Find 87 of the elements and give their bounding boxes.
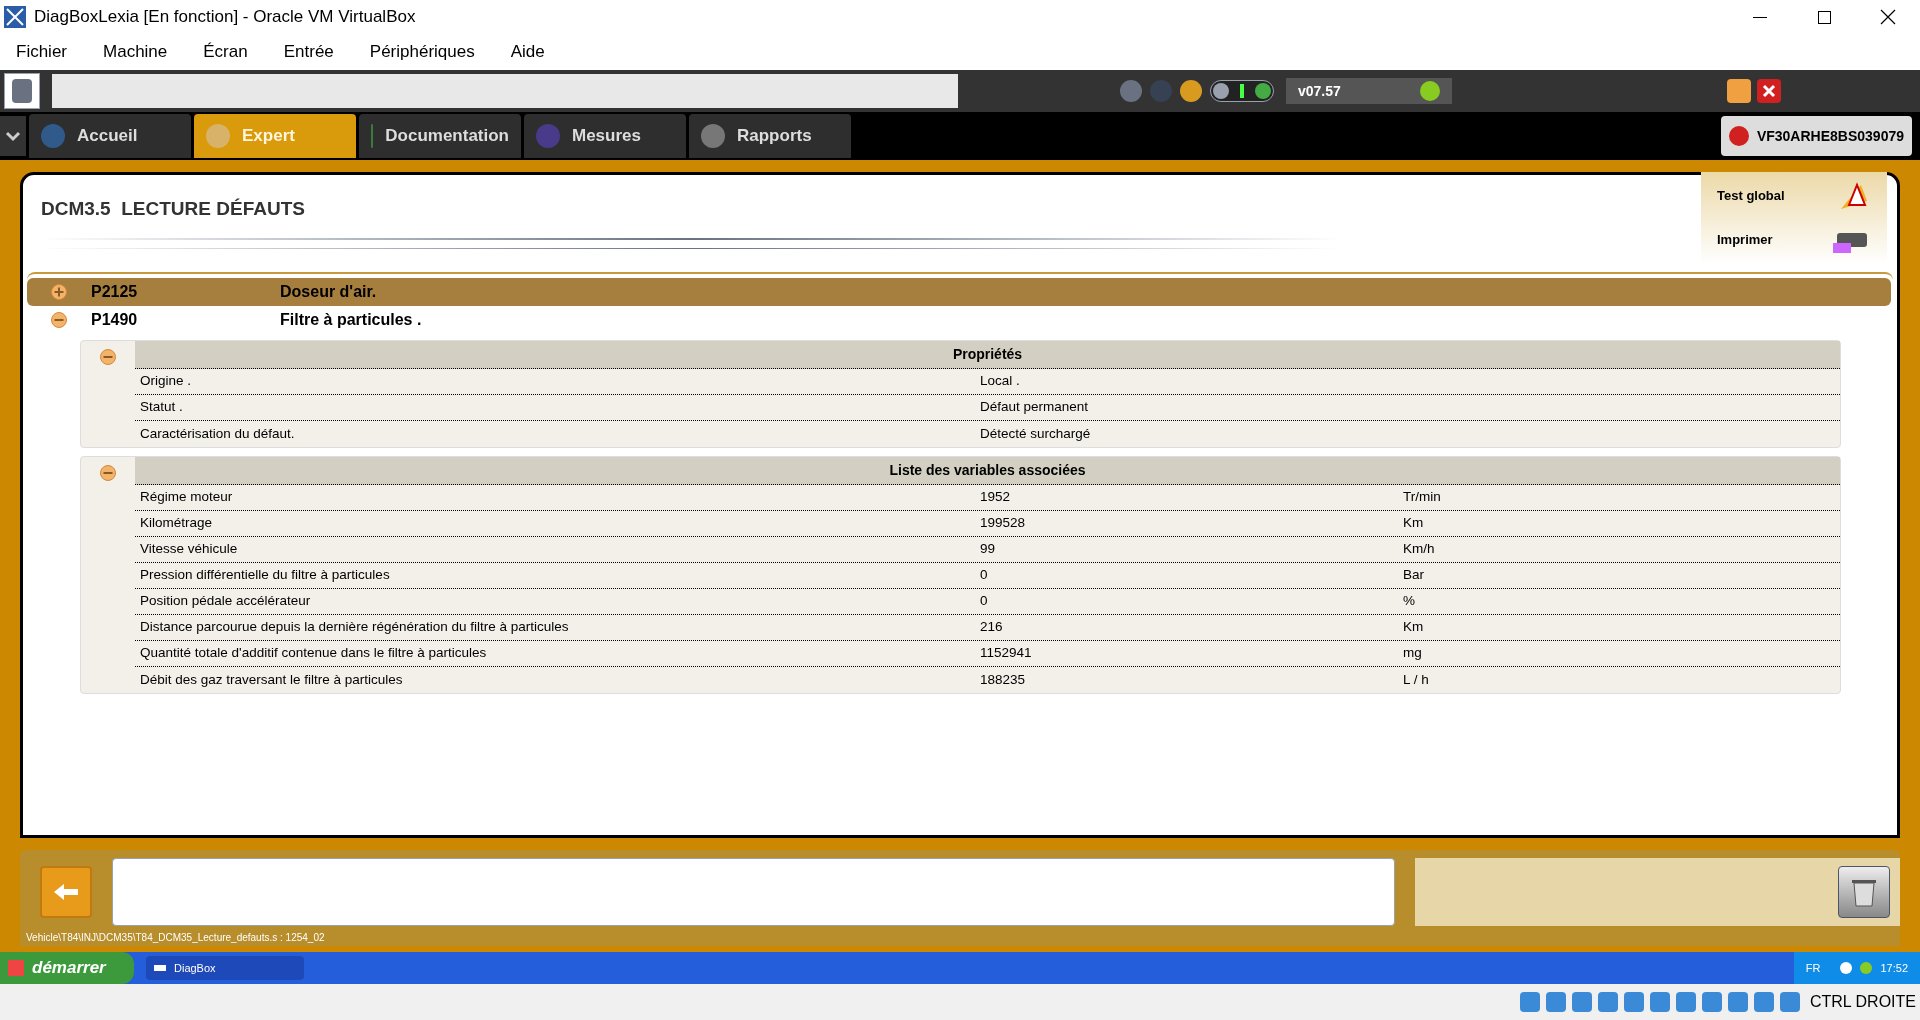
tab[interactable]: Documentation — [359, 114, 521, 158]
tray-icon — [1860, 962, 1873, 974]
status-icon[interactable] — [1571, 992, 1592, 1012]
status-icon[interactable] — [1753, 992, 1774, 1012]
table-cell-text: Km — [1403, 618, 1424, 637]
recycle-bin-icon — [1851, 877, 1877, 907]
fault-description: Doseur d'air. — [280, 282, 377, 302]
action-button[interactable]: Test global — [1717, 176, 1871, 216]
table-cell-text: Débit des gaz traversant le filtre à particules — [139, 670, 404, 689]
taskbar-item[interactable]: DiagBox — [146, 956, 304, 980]
table-cell-text: Caractérisation du défaut. — [139, 424, 296, 443]
trash-button[interactable] — [1838, 866, 1890, 918]
menu-item[interactable]: Entrée — [283, 39, 334, 65]
arrow-left-icon — [52, 882, 80, 902]
status-icon[interactable] — [1701, 992, 1722, 1012]
volume-control[interactable] — [1210, 80, 1274, 102]
menu-item[interactable]: Machine — [103, 39, 168, 65]
table-cell-text: Détecté surchargé — [980, 424, 1092, 443]
table-cell-text: 0 — [980, 592, 989, 611]
window-title: DiagBoxLexia [En fonction] - Oracle VM VirtualBox — [34, 6, 417, 29]
table-cell-text: % — [1403, 592, 1415, 611]
table-cell-text: Vitesse véhicule — [139, 540, 239, 559]
table-cell-text: Position pédale accélérateur — [139, 592, 312, 611]
clock: 17:52 — [1880, 960, 1908, 976]
address-field[interactable] — [52, 74, 958, 108]
table-cell-text: 199528 — [980, 514, 1027, 533]
status-icon[interactable] — [1545, 992, 1566, 1012]
action-button[interactable]: Imprimer — [1717, 220, 1871, 260]
status-icon[interactable] — [1519, 992, 1540, 1012]
menu-item[interactable]: Écran — [203, 39, 248, 65]
fault-description: Filtre à particules . — [280, 310, 422, 330]
table-cell-text: 1952 — [980, 488, 1012, 507]
status-icon[interactable] — [1727, 992, 1748, 1012]
table-cell-text: mg — [1403, 644, 1422, 663]
status-icon[interactable] — [1649, 992, 1670, 1012]
table-cell-text: Pression différentielle du filtre à particules — [139, 566, 391, 585]
table-cell-text: Origine . — [139, 372, 193, 391]
tab[interactable]: Mesures — [524, 114, 686, 158]
status-icon[interactable] — [1779, 992, 1800, 1012]
tab[interactable]: Rapports — [689, 114, 851, 158]
collapse-icon[interactable] — [51, 312, 67, 328]
table-cell-text: Km/h — [1403, 540, 1435, 559]
table-cell-text: Tr/min — [1403, 488, 1441, 507]
page-title: DCM3.5 LECTURE DÉFAUTS — [41, 197, 306, 221]
menu-item[interactable]: Aide — [510, 39, 545, 65]
table-cell-text: 1152941 — [980, 644, 1033, 663]
fault-code: P1490 — [91, 310, 139, 330]
status-icon[interactable] — [1597, 992, 1618, 1012]
section-header: Propriétés — [135, 341, 1840, 369]
start-button[interactable]: démarrer — [0, 952, 134, 984]
expand-icon[interactable] — [51, 284, 67, 300]
table-cell-text: Régime moteur — [139, 488, 234, 507]
close-icon — [1762, 84, 1776, 98]
table-cell-text: 99 — [980, 540, 997, 559]
chevron-down-icon[interactable] — [0, 116, 26, 156]
table-cell-text: 216 — [980, 618, 1004, 637]
app-icon — [4, 6, 26, 28]
status-icon[interactable] — [1623, 992, 1644, 1012]
table-cell-text: Quantité totale d'additif contenue dans le filtre à particules — [139, 644, 488, 663]
table-cell-text: Distance parcourue depuis la dernière régénération du filtre à particules — [139, 618, 570, 637]
tray-icon — [1840, 962, 1853, 974]
script-path: Vehicle\T84\INJ\DCM35\T84_DCM35_Lecture_defauts.s : 1254_02 — [25, 931, 326, 945]
tab[interactable]: Accueil — [29, 114, 191, 158]
status-icon[interactable] — [1675, 992, 1696, 1012]
vin-label: VF30ARHE8BS039079 — [1756, 126, 1904, 146]
table-cell-text: L / h — [1403, 670, 1429, 689]
version-label: v07.57 — [1298, 81, 1341, 101]
table-cell-text: Local . — [980, 372, 1021, 391]
language-indicator: FR — [1805, 960, 1821, 976]
table-cell-text: 188235 — [980, 670, 1027, 689]
back-button[interactable] — [40, 866, 92, 918]
table-cell-text: Statut . — [139, 398, 184, 417]
fault-row[interactable]: P2125 Doseur d'air. — [27, 278, 1891, 306]
fault-code: P2125 — [91, 282, 139, 302]
table-cell-text: Défaut permanent — [980, 398, 1090, 417]
host-key-label: CTRL DROITE — [1809, 992, 1916, 1012]
section-header: Liste des variables associées — [135, 457, 1840, 485]
collapse-icon[interactable] — [100, 465, 116, 481]
close-button[interactable] — [1757, 79, 1781, 103]
menu-item[interactable]: Fichier — [16, 39, 67, 65]
table-cell-text: 0 — [980, 566, 989, 585]
collapse-icon[interactable] — [100, 349, 116, 365]
table-cell-text: Km — [1403, 514, 1424, 533]
table-cell-text: Kilométrage — [139, 514, 214, 533]
menu-item[interactable]: Périphériques — [369, 39, 475, 65]
minimize-button[interactable] — [1727, 79, 1751, 103]
table-cell-text: Bar — [1403, 566, 1424, 585]
